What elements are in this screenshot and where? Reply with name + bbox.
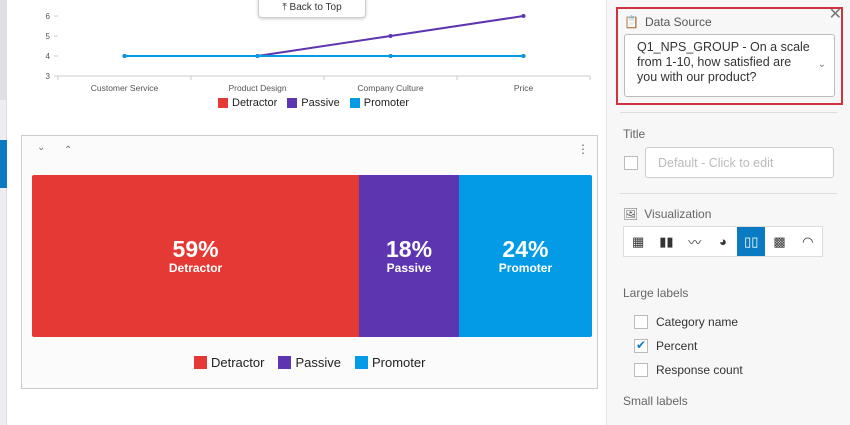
y-tick-label: 6 <box>46 12 51 21</box>
segment-passive: 18% Passive <box>359 175 459 337</box>
settings-panel: 📋 Data Source Q1_NPS_GROUP - On a scale f… <box>606 0 850 425</box>
segment-label: Passive <box>386 261 432 275</box>
category-name-option[interactable]: Category name <box>634 315 738 329</box>
data-point <box>521 14 526 18</box>
breakdown-legend: Detractor Passive Promoter <box>194 355 425 370</box>
breakdown-widget: ⌄ ⌃ ⋮ 59% Detractor 18% Passive 24% Promote… <box>21 135 598 389</box>
gauge-viz-button[interactable]: ◠ <box>794 227 822 256</box>
segment-promoter: 24% Promoter <box>458 175 592 337</box>
visualization-icon: 🖼 <box>623 207 639 221</box>
title-label: Title <box>623 127 646 141</box>
clipboard-icon: 📋 <box>624 15 639 29</box>
move-up-icon[interactable]: ⌃ <box>64 145 72 156</box>
title-input[interactable]: Default - Click to edit <box>645 147 834 178</box>
title-checkbox[interactable] <box>624 156 638 170</box>
line-chart-viz-button[interactable]: 〰 <box>681 227 709 256</box>
y-tick-label: 3 <box>46 72 51 81</box>
segment-percent: 24% <box>502 236 549 262</box>
segment-percent: 59% <box>172 236 219 262</box>
active-nav-indicator[interactable] <box>0 140 7 188</box>
series-line-passive <box>124 15 524 57</box>
visualization-picker: ▦ ▮▮ 〰 ◕ ▯▯ ▩ ◠ <box>623 226 823 257</box>
breakdown-bar-viz-button[interactable]: ▯▯ <box>737 227 766 256</box>
legend-item-passive: Passive <box>287 97 340 109</box>
x-tick-label: Company Culture <box>357 83 423 93</box>
segment-detractor: 59% Detractor <box>32 175 360 337</box>
data-point <box>521 54 526 58</box>
move-down-icon[interactable]: ⌄ <box>37 142 45 153</box>
data-point <box>388 34 393 38</box>
data-source-section: 📋 Data Source Q1_NPS_GROUP - On a scale f… <box>616 7 843 105</box>
heatmap-viz-button[interactable]: ▩ <box>765 227 793 256</box>
large-labels-heading: Large labels <box>623 286 689 300</box>
y-tick-label: 5 <box>46 32 51 41</box>
legend-item-passive: Passive <box>278 355 341 370</box>
segment-percent: 18% <box>386 236 433 262</box>
y-tick-label: 4 <box>46 52 51 61</box>
table-viz-button[interactable]: ▦ <box>624 227 652 256</box>
checkbox-checked[interactable]: ✔ <box>634 338 648 353</box>
chevron-down-icon: ⌄ <box>817 59 826 70</box>
left-nav-strip <box>0 0 7 425</box>
line-chart-legend: Detractor Passive Promoter <box>218 97 409 109</box>
checkbox[interactable] <box>634 363 648 377</box>
segment-label: Detractor <box>168 261 223 275</box>
x-tick-label: Product Design <box>228 83 286 93</box>
checkbox[interactable] <box>634 315 648 329</box>
pie-chart-viz-button[interactable]: ◕ <box>709 227 737 256</box>
legend-item-detractor: Detractor <box>218 97 277 109</box>
legend-item-promoter: Promoter <box>349 97 409 109</box>
legend-item-detractor: Detractor <box>194 355 264 370</box>
x-tick-label: Customer Service <box>91 83 159 93</box>
legend-item-promoter: Promoter <box>355 355 425 370</box>
data-point <box>122 54 127 58</box>
segment-label: Promoter <box>498 261 553 275</box>
bar-chart-viz-button[interactable]: ▮▮ <box>652 227 680 256</box>
data-source-select[interactable]: Q1_NPS_GROUP - On a scale from 1-10, how… <box>624 34 835 97</box>
breakdown-bar: 59% Detractor 18% Passive 24% Promoter <box>32 175 592 337</box>
back-to-top-button[interactable]: ⤒ Back to Top <box>258 0 366 18</box>
more-options-icon[interactable]: ⋮ <box>577 142 589 156</box>
data-point <box>255 54 260 58</box>
data-point <box>388 54 393 58</box>
checkmark-icon: ✔ <box>636 338 647 352</box>
percent-option[interactable]: ✔ Percent <box>634 338 697 353</box>
small-labels-heading: Small labels <box>623 394 688 408</box>
x-tick-label: Price <box>514 83 534 93</box>
response-count-option[interactable]: Response count <box>634 363 743 377</box>
close-icon[interactable]: ✕ <box>829 4 842 24</box>
